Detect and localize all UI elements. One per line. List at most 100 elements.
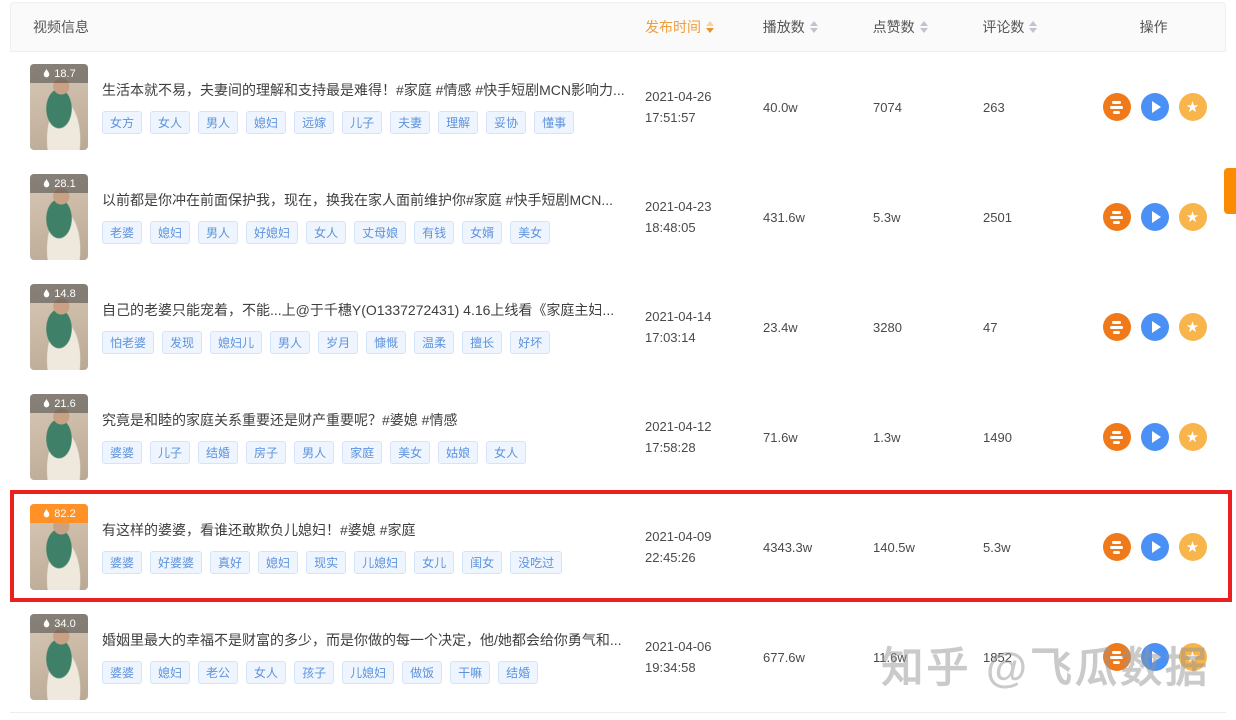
video-tag[interactable]: 婆婆 — [102, 661, 142, 684]
video-tag[interactable]: 女人 — [150, 111, 190, 134]
video-tag[interactable]: 丈母娘 — [354, 221, 406, 244]
video-title[interactable]: 婚姻里最大的幸福不是财富的多少，而是你做的每一个决定，他/她都会给你勇气和... — [102, 630, 645, 650]
video-tag[interactable]: 好坏 — [510, 331, 550, 354]
play-video-button[interactable] — [1141, 93, 1169, 121]
hot-score-badge: 14.8 — [30, 284, 88, 303]
favorite-button[interactable]: ★ — [1179, 643, 1207, 671]
video-tag[interactable]: 女方 — [102, 111, 142, 134]
video-thumbnail[interactable]: 14.8 — [30, 284, 88, 370]
video-tag[interactable]: 真好 — [210, 551, 250, 574]
video-tag[interactable]: 老公 — [198, 661, 238, 684]
video-tag[interactable]: 好婆婆 — [150, 551, 202, 574]
video-tag[interactable]: 闺女 — [462, 551, 502, 574]
video-thumbnail[interactable]: 82.2 — [30, 504, 88, 590]
detail-button[interactable] — [1103, 533, 1131, 561]
video-tag[interactable]: 现实 — [306, 551, 346, 574]
publish-time: 17:03:14 — [645, 327, 763, 348]
video-thumbnail[interactable]: 28.1 — [30, 174, 88, 260]
video-tag[interactable]: 房子 — [246, 441, 286, 464]
video-tag[interactable]: 男人 — [198, 221, 238, 244]
video-tag[interactable]: 温柔 — [414, 331, 454, 354]
video-tag[interactable]: 婆婆 — [102, 551, 142, 574]
detail-button[interactable] — [1103, 643, 1131, 671]
publish-date: 2021-04-09 — [645, 526, 763, 547]
video-thumbnail[interactable]: 21.6 — [30, 394, 88, 480]
video-tag[interactable]: 擅长 — [462, 331, 502, 354]
video-tag[interactable]: 男人 — [270, 331, 310, 354]
video-tag[interactable]: 没吃过 — [510, 551, 562, 574]
detail-button[interactable] — [1103, 313, 1131, 341]
detail-button[interactable] — [1103, 93, 1131, 121]
favorite-button[interactable]: ★ — [1179, 203, 1207, 231]
video-tag[interactable]: 远嫁 — [294, 111, 334, 134]
favorite-button[interactable]: ★ — [1179, 533, 1207, 561]
play-video-button[interactable] — [1141, 533, 1169, 561]
video-tag[interactable]: 婆婆 — [102, 441, 142, 464]
video-title[interactable]: 究竟是和睦的家庭关系重要还是财产重要呢？#婆媳 #情感 — [102, 410, 645, 430]
video-tag[interactable]: 媳妇 — [150, 661, 190, 684]
video-tag[interactable]: 姑娘 — [438, 441, 478, 464]
video-tag[interactable]: 女人 — [306, 221, 346, 244]
video-thumbnail[interactable]: 34.0 — [30, 614, 88, 700]
video-tag[interactable]: 儿子 — [342, 111, 382, 134]
video-tag[interactable]: 夫妻 — [390, 111, 430, 134]
video-tag[interactable]: 懂事 — [534, 111, 574, 134]
hot-score: 18.7 — [54, 68, 75, 80]
side-panel-tab[interactable] — [1224, 168, 1236, 214]
video-tag[interactable]: 媳妇 — [150, 221, 190, 244]
sort-icon[interactable] — [1029, 21, 1037, 33]
video-tag[interactable]: 女人 — [246, 661, 286, 684]
video-tag[interactable]: 理解 — [438, 111, 478, 134]
play-video-button[interactable] — [1141, 423, 1169, 451]
column-header-play-count[interactable]: 播放数 — [763, 17, 873, 37]
column-header-like-count[interactable]: 点赞数 — [873, 17, 983, 37]
play-video-button[interactable] — [1141, 313, 1169, 341]
video-tag[interactable]: 男人 — [198, 111, 238, 134]
video-tag[interactable]: 干嘛 — [450, 661, 490, 684]
video-tag[interactable]: 结婚 — [498, 661, 538, 684]
video-tag[interactable]: 好媳妇 — [246, 221, 298, 244]
video-tag[interactable]: 结婚 — [198, 441, 238, 464]
detail-button[interactable] — [1103, 423, 1131, 451]
video-tag[interactable]: 老婆 — [102, 221, 142, 244]
video-tag[interactable]: 女婿 — [462, 221, 502, 244]
video-title[interactable]: 有这样的婆婆，看谁还敢欺负儿媳妇！#婆媳 #家庭 — [102, 520, 645, 540]
video-title[interactable]: 生活本就不易，夫妻间的理解和支持最是难得！#家庭 #情感 #快手短剧MCN影响力… — [102, 80, 645, 100]
favorite-button[interactable]: ★ — [1179, 93, 1207, 121]
table-row: 21.6 究竟是和睦的家庭关系重要还是财产重要呢？#婆媳 #情感 婆婆儿子结婚房… — [10, 382, 1226, 492]
video-tag[interactable]: 家庭 — [342, 441, 382, 464]
video-tag[interactable]: 怕老婆 — [102, 331, 154, 354]
column-header-comment-count[interactable]: 评论数 — [982, 17, 1082, 37]
video-tag[interactable]: 媳妇 — [258, 551, 298, 574]
hot-score-badge: 34.0 — [30, 614, 88, 633]
video-tag[interactable]: 儿媳妇 — [342, 661, 394, 684]
video-tag[interactable]: 岁月 — [318, 331, 358, 354]
video-tag[interactable]: 有钱 — [414, 221, 454, 244]
video-tag[interactable]: 妥协 — [486, 111, 526, 134]
video-tag[interactable]: 发现 — [162, 331, 202, 354]
video-tag[interactable]: 媳妇 — [246, 111, 286, 134]
video-title[interactable]: 自己的老婆只能宠着，不能...上@于千穗Y(O1337272431) 4.16上… — [102, 300, 645, 320]
sort-icon[interactable] — [706, 21, 714, 33]
play-video-button[interactable] — [1141, 643, 1169, 671]
video-tag[interactable]: 美女 — [390, 441, 430, 464]
sort-icon[interactable] — [810, 21, 818, 33]
video-tag[interactable]: 孩子 — [294, 661, 334, 684]
detail-button[interactable] — [1103, 203, 1131, 231]
video-tag[interactable]: 儿子 — [150, 441, 190, 464]
video-tag[interactable]: 女儿 — [414, 551, 454, 574]
favorite-button[interactable]: ★ — [1179, 423, 1207, 451]
video-thumbnail[interactable]: 18.7 — [30, 64, 88, 150]
video-tag[interactable]: 男人 — [294, 441, 334, 464]
video-tag[interactable]: 做饭 — [402, 661, 442, 684]
favorite-button[interactable]: ★ — [1179, 313, 1207, 341]
video-tag[interactable]: 女人 — [486, 441, 526, 464]
sort-icon[interactable] — [920, 21, 928, 33]
video-tag[interactable]: 儿媳妇 — [354, 551, 406, 574]
play-video-button[interactable] — [1141, 203, 1169, 231]
video-tag[interactable]: 慷慨 — [366, 331, 406, 354]
video-title[interactable]: 以前都是你冲在前面保护我，现在，换我在家人面前维护你#家庭 #快手短剧MCN..… — [102, 190, 645, 210]
video-tag[interactable]: 媳妇儿 — [210, 331, 262, 354]
video-tag[interactable]: 美女 — [510, 221, 550, 244]
column-header-publish-time[interactable]: 发布时间 — [645, 17, 763, 37]
